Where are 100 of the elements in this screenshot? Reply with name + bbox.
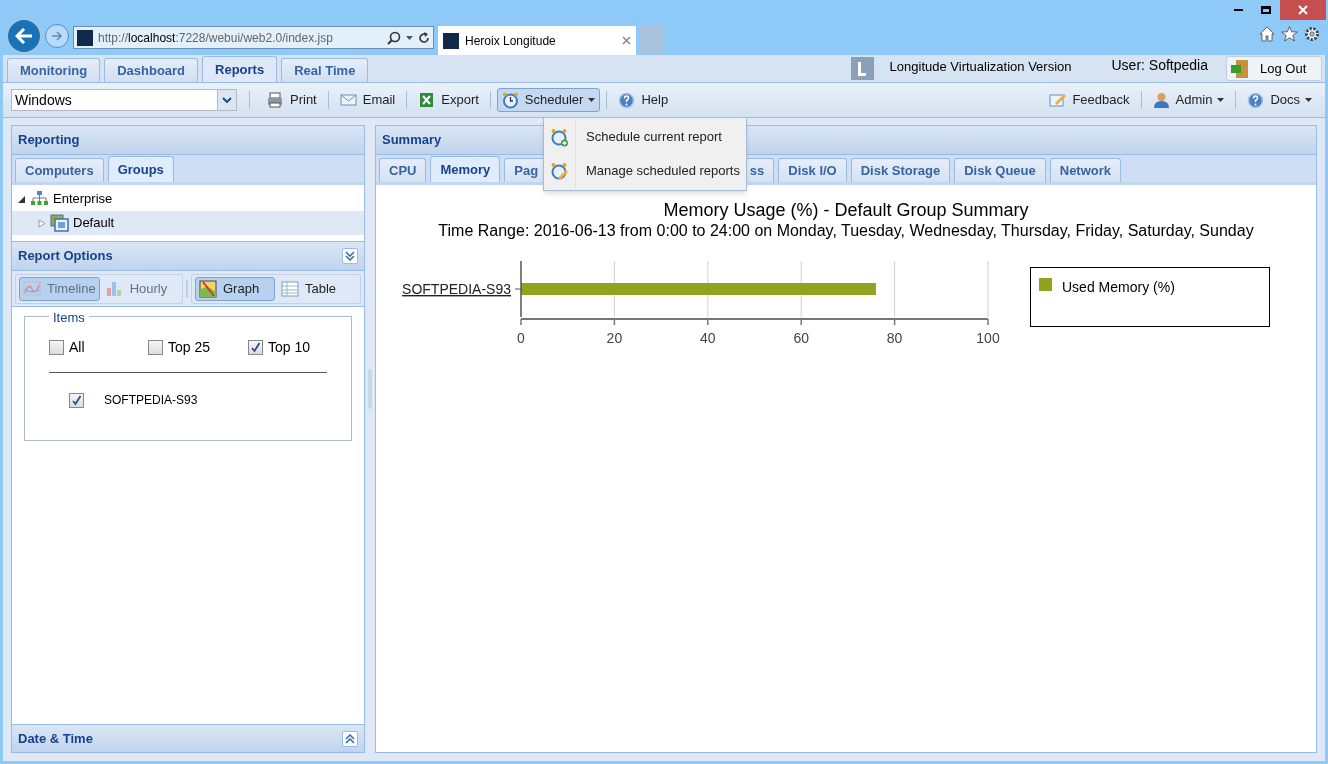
refresh-icon[interactable]: [418, 31, 430, 44]
view-button[interactable]: Table: [277, 276, 352, 301]
panel-title: Report Options: [18, 247, 114, 266]
caret-icon: [588, 98, 596, 102]
menu-item[interactable]: Schedule current report: [544, 120, 746, 154]
bar-chart-icon: [105, 279, 124, 298]
product-name: Longitude Virtualization Version: [889, 57, 1072, 76]
chart-title: Memory Usage (%) - Default Group Summary: [663, 199, 1029, 221]
axis-tick-label: 0: [517, 330, 525, 346]
alarm-clock-plus-icon: [550, 127, 569, 147]
tab-title: Heroix Longitude: [465, 32, 557, 50]
grid-line: [800, 260, 802, 318]
menu-item[interactable]: Manage scheduled reports: [544, 154, 746, 188]
tree-item[interactable]: Default: [12, 211, 364, 235]
checkbox[interactable]: [69, 392, 84, 408]
axis-tick-label: 60: [793, 330, 809, 346]
org-chart-icon: [30, 190, 49, 208]
panel-tab[interactable]: Computers: [15, 158, 104, 182]
panel-title: Summary: [382, 131, 442, 150]
door-icon: [1230, 58, 1250, 79]
envelope-icon: [339, 91, 358, 109]
panel-tab[interactable]: Network: [1049, 158, 1122, 182]
site-icon: [77, 29, 93, 46]
grid-line: [894, 260, 896, 318]
grid-line: [707, 260, 709, 318]
toolbar-button[interactable]: Scheduler: [496, 88, 601, 112]
axis-tick-label: 100: [976, 330, 1000, 346]
url-text: http://localhost:7228/webui/web2.0/index.jsp: [98, 29, 333, 47]
time-range-text: Time Range: 2016-06-13 from 0:00 to 24:00 on Monday, Tuesday, Wednesday, Thursday, Friday, Saturday, Sunday: [438, 221, 1254, 241]
toolbar-button[interactable]: Print: [262, 88, 322, 112]
checkbox[interactable]: [148, 340, 163, 355]
checkbox-label: Top 25: [168, 338, 211, 357]
star-icon[interactable]: [1281, 26, 1298, 42]
toolbar-button[interactable]: Help: [613, 88, 674, 112]
logout-button[interactable]: Log Out: [1226, 56, 1322, 81]
help-icon: [618, 91, 637, 109]
axis-tick-label: 20: [606, 330, 623, 346]
tree-item[interactable]: Enterprise: [12, 187, 364, 211]
panel-tab[interactable]: Disk Storage: [850, 158, 951, 182]
settings-icon[interactable]: [1304, 26, 1320, 42]
line-chart-icon: [23, 279, 41, 298]
double-chevron-up-icon: [345, 733, 355, 744]
collapsed-arrow-icon[interactable]: [38, 218, 46, 228]
toolbar-button[interactable]: Email: [334, 88, 401, 112]
report-type-select[interactable]: Windows: [11, 89, 237, 111]
arrow-left-icon: [15, 28, 33, 44]
home-icon[interactable]: [1259, 26, 1275, 42]
search-icon[interactable]: [387, 30, 401, 45]
caret-icon: [1217, 98, 1225, 102]
pencil-note-icon: [1049, 91, 1068, 109]
axis-tick-label: 40: [700, 330, 716, 346]
chevron-down-icon: [222, 97, 232, 103]
collapse-button[interactable]: [342, 248, 358, 264]
close-icon: [1298, 5, 1308, 15]
double-chevron-down-icon: [345, 251, 355, 261]
panel-tab[interactable]: Disk Queue: [954, 158, 1046, 182]
caret-icon[interactable]: [406, 35, 413, 40]
person-icon: [1152, 91, 1171, 109]
toolbar-button[interactable]: Docs: [1242, 88, 1317, 112]
expand-button[interactable]: [342, 730, 358, 747]
grid-line: [613, 260, 615, 318]
checkbox-label: Top 10: [268, 338, 311, 357]
toolbar-button[interactable]: Admin: [1147, 88, 1230, 112]
panel-tab[interactable]: Groups: [107, 156, 174, 182]
expanded-arrow-icon[interactable]: [18, 194, 26, 204]
checkbox[interactable]: [49, 340, 64, 355]
checkbox[interactable]: [248, 340, 263, 355]
app-tab[interactable]: Reports: [202, 56, 278, 82]
alarm-clock-pencil-icon: [550, 161, 569, 181]
checkbox-label: SOFTPEDIA-S93: [104, 392, 198, 409]
alarm-clock-icon: [501, 91, 520, 109]
arrow-right-icon: [51, 31, 63, 41]
app-tab[interactable]: Real Time: [281, 58, 369, 82]
panel-title: Date & Time: [18, 729, 94, 748]
browser-tab[interactable]: Heroix Longitude: [438, 26, 636, 55]
caret-icon: [1305, 98, 1312, 102]
y-axis: [514, 260, 522, 318]
category-label: SOFTPEDIA-S93: [402, 281, 511, 297]
app-tab[interactable]: Dashboard: [104, 58, 199, 82]
toolbar-button[interactable]: Feedback: [1044, 88, 1135, 112]
panel-tab[interactable]: Memory: [430, 156, 501, 182]
printer-icon: [267, 91, 285, 109]
close-button[interactable]: [1280, 0, 1326, 20]
user-label: User: Softpedia: [1111, 56, 1208, 75]
checkbox-label: All: [69, 338, 85, 357]
back-button[interactable]: [6, 18, 42, 54]
stacked-windows-icon: [50, 214, 69, 232]
toolbar-button[interactable]: Export: [413, 88, 484, 112]
axis-tick-label: 80: [886, 330, 903, 346]
legend-label: Used Memory (%): [1062, 278, 1175, 297]
table-icon: [281, 279, 299, 298]
panel-title: Reporting: [18, 131, 80, 150]
site-icon: [443, 32, 459, 49]
close-icon[interactable]: [622, 36, 631, 45]
app-tab[interactable]: Monitoring: [7, 58, 101, 82]
panel-tab[interactable]: Disk I/O: [778, 158, 847, 182]
panel-tab[interactable]: CPU: [379, 158, 427, 182]
view-button[interactable]: Graph: [195, 276, 275, 301]
map-chart-icon: [199, 279, 217, 298]
address-bar[interactable]: http://localhost:7228/webui/web2.0/index.jsp: [73, 26, 434, 49]
